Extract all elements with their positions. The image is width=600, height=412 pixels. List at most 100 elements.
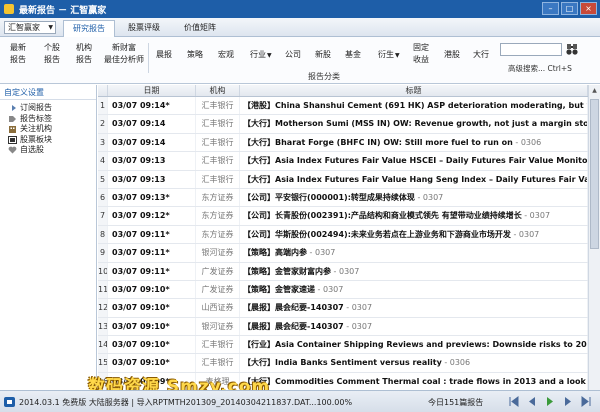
- table-row[interactable]: 11 03/07 09:10* 广发证券 【策略】金管家速递 - 0307: [98, 280, 588, 300]
- latest-reports-line1: 最新: [10, 43, 26, 52]
- hk-stock-button[interactable]: 港股: [444, 49, 460, 61]
- report-date-code: - 0307: [315, 284, 344, 294]
- sidebar-item-subscribed-reports[interactable]: 订阅报告: [0, 103, 96, 114]
- row-number: 14: [98, 336, 108, 354]
- window-title: 最新报告 － 汇智赢家: [19, 5, 107, 16]
- report-date-code: - 0307: [414, 192, 444, 202]
- table-row[interactable]: 12 03/07 09:10* 山西证券 【晨报】晨会纪要-140307 - 0307: [98, 299, 588, 318]
- fund-button[interactable]: 基金: [345, 49, 361, 61]
- derivative-dropdown[interactable]: 衍生▼: [378, 49, 400, 62]
- table-row[interactable]: 3 03/07 09:14 汇丰银行 【大行】Bharat Forge (BHFC I…: [98, 133, 588, 153]
- sidebar-item-label: 股票板块: [20, 134, 52, 144]
- strategy-button[interactable]: 策略: [187, 49, 203, 61]
- report-title[interactable]: 【公司】华斯股份(002494):未来业务若点在上游业务和下游商业市场开发 - …: [240, 225, 588, 244]
- report-title[interactable]: 【行业】Asia Container Shipping Reviews and …: [240, 336, 588, 354]
- tab-stock-rating[interactable]: 股票评级: [118, 20, 170, 37]
- row-number: 6: [98, 188, 108, 207]
- report-title[interactable]: 【策略】高端内参 - 0307: [240, 244, 588, 262]
- row-number: 11: [98, 280, 108, 299]
- morning-report-button[interactable]: 晨报: [156, 49, 172, 61]
- new-fortune-analyst-button[interactable]: 新财富 最佳分析师: [104, 42, 144, 66]
- report-title[interactable]: 【策略】金管家速递 - 0307: [240, 280, 588, 299]
- tab-research-reports[interactable]: 研究报告: [63, 20, 115, 37]
- report-title[interactable]: 【晨报】晨会纪要-140307 - 0307: [240, 317, 588, 336]
- macro-button[interactable]: 宏观: [218, 49, 234, 61]
- inst-reports-line2: 报告: [76, 55, 92, 64]
- sidebar-item-stock-sectors[interactable]: 股票板块: [0, 135, 96, 146]
- table-row[interactable]: 14 03/07 09:10* 汇丰银行 【行业】Asia Container Shi…: [98, 336, 588, 355]
- report-title[interactable]: 【公司】长青股份(002391):产品结构和商业模式领先 有望带动业绩持续增长 …: [240, 207, 588, 225]
- report-institution: 银河证券: [196, 244, 240, 262]
- derivative-label: 衍生: [378, 50, 394, 59]
- product-select-value: 汇智赢家: [8, 23, 40, 32]
- table-row[interactable]: 9 03/07 09:11* 银河证券 【策略】高端内参 - 0307: [98, 244, 588, 263]
- col-title-header[interactable]: 标题: [240, 85, 588, 96]
- binoculars-icon[interactable]: [566, 42, 578, 56]
- report-title[interactable]: 【大行】Motherson Sumi (MSS IN) OW: Revenue …: [240, 115, 588, 133]
- fixed-income-button[interactable]: 固定 收益: [413, 42, 429, 66]
- scroll-up-icon[interactable]: ▲: [589, 85, 600, 97]
- minimize-button[interactable]: –: [542, 2, 559, 15]
- vertical-scrollbar[interactable]: ▲: [588, 85, 600, 390]
- tab-value-matrix[interactable]: 价值矩阵: [174, 20, 226, 37]
- report-institution: 汇丰银行: [196, 133, 240, 152]
- stock-reports-button[interactable]: 个股 报告: [44, 42, 60, 66]
- search-input[interactable]: [500, 43, 562, 56]
- sidebar-item-followed-institutions[interactable]: 关注机构: [0, 124, 96, 135]
- report-title[interactable]: 【策略】金管家财富内参 - 0307: [240, 262, 588, 280]
- report-title[interactable]: 【大行】Asia Index Futures Fair Value HSCEI …: [240, 152, 588, 170]
- report-institution: 山西证券: [196, 299, 240, 317]
- table-row[interactable]: 15 03/07 09:10* 汇丰银行 【大行】India Banks Sentim…: [98, 354, 588, 373]
- ipo-button[interactable]: 新股: [315, 49, 331, 61]
- sidebar-item-report-tags[interactable]: 报告标签: [0, 114, 96, 125]
- report-title-text: 【公司】长青股份(002391):产品结构和商业模式领先 有望带动业绩持续增长: [243, 211, 522, 221]
- table-row[interactable]: 7 03/07 09:12* 东方证券 【公司】长青股份(002391):产品结构和商…: [98, 207, 588, 226]
- prev-page-icon[interactable]: [526, 396, 538, 407]
- sidebar-item-watchlist[interactable]: 自选股: [0, 145, 96, 156]
- report-date-code: - 0307: [331, 266, 360, 276]
- next-page-icon[interactable]: [562, 396, 574, 407]
- maximize-button[interactable]: □: [561, 2, 578, 15]
- table-row[interactable]: 10 03/07 09:11* 广发证券 【策略】金管家财富内参 - 0307: [98, 262, 588, 281]
- broker-button[interactable]: 大行: [473, 49, 489, 61]
- table-row[interactable]: 1 03/07 09:14* 汇丰银行 【港股】China Shanshui Ceme…: [98, 97, 588, 116]
- last-page-icon[interactable]: [580, 396, 592, 407]
- advanced-search-link[interactable]: 高级搜索... Ctrl+S: [508, 63, 572, 74]
- row-number: 7: [98, 207, 108, 225]
- report-date-code: - 0306: [441, 358, 471, 368]
- report-title[interactable]: 【大行】Bharat Forge (BHFC IN) OW: Still mor…: [240, 133, 588, 152]
- table-row[interactable]: 4 03/07 09:13 汇丰银行 【大行】Asia Index Futures F…: [98, 152, 588, 171]
- report-institution: 汇丰银行: [196, 336, 240, 354]
- row-number: 15: [98, 354, 108, 372]
- report-title[interactable]: 【大行】India Banks Sentiment versus reality…: [240, 354, 588, 372]
- report-title[interactable]: 【大行】Asia Index Futures Fair Value Hang S…: [240, 170, 588, 188]
- col-institution-header[interactable]: 机构: [196, 85, 240, 96]
- report-title[interactable]: 【公司】平安银行(000001):转型成果持续体现 - 0307: [240, 188, 588, 207]
- product-select[interactable]: 汇智赢家 ▼: [4, 21, 56, 34]
- report-title[interactable]: 【大行】Commodities Comment Thermal coal : t…: [240, 372, 588, 390]
- row-number: 3: [98, 133, 108, 152]
- table-row[interactable]: 6 03/07 09:13* 东方证券 【公司】平安银行(000001):转型成果持续…: [98, 188, 588, 208]
- report-title[interactable]: 【港股】China Shanshui Cement (691 HK) ASP d…: [240, 97, 588, 115]
- report-category-label: 报告分类: [308, 72, 340, 81]
- table-row[interactable]: 2 03/07 09:14 汇丰银行 【大行】Motherson Sumi (MSS …: [98, 115, 588, 134]
- industry-dropdown[interactable]: 行业▼: [250, 49, 272, 62]
- custom-settings-header[interactable]: 自定义设置: [0, 85, 96, 100]
- table-row[interactable]: 5 03/07 09:13 汇丰银行 【大行】Asia Index Futures F…: [98, 170, 588, 189]
- institution-reports-button[interactable]: 机构 报告: [76, 42, 92, 66]
- latest-reports-button[interactable]: 最新 报告: [10, 42, 26, 66]
- report-title[interactable]: 【晨报】晨会纪要-140307 - 0307: [240, 299, 588, 317]
- table-row[interactable]: 8 03/07 09:11* 东方证券 【公司】华斯股份(002494):未来业务若点…: [98, 225, 588, 245]
- report-institution: 汇丰银行: [196, 170, 240, 188]
- advanced-search-label: 高级搜索...: [508, 64, 546, 73]
- report-institution: 东方证券: [196, 207, 240, 225]
- report-date: 03/07 09:13: [108, 152, 196, 170]
- scrollbar-thumb[interactable]: [590, 99, 599, 249]
- first-page-icon[interactable]: [508, 396, 520, 407]
- row-number: 2: [98, 115, 108, 133]
- play-icon[interactable]: [544, 396, 556, 407]
- table-row[interactable]: 13 03/07 09:10* 银河证券 【晨报】晨会纪要-140307 - 0307: [98, 317, 588, 337]
- close-button[interactable]: ×: [580, 2, 597, 15]
- col-date-header[interactable]: 日期: [108, 85, 196, 96]
- company-button[interactable]: 公司: [285, 49, 301, 61]
